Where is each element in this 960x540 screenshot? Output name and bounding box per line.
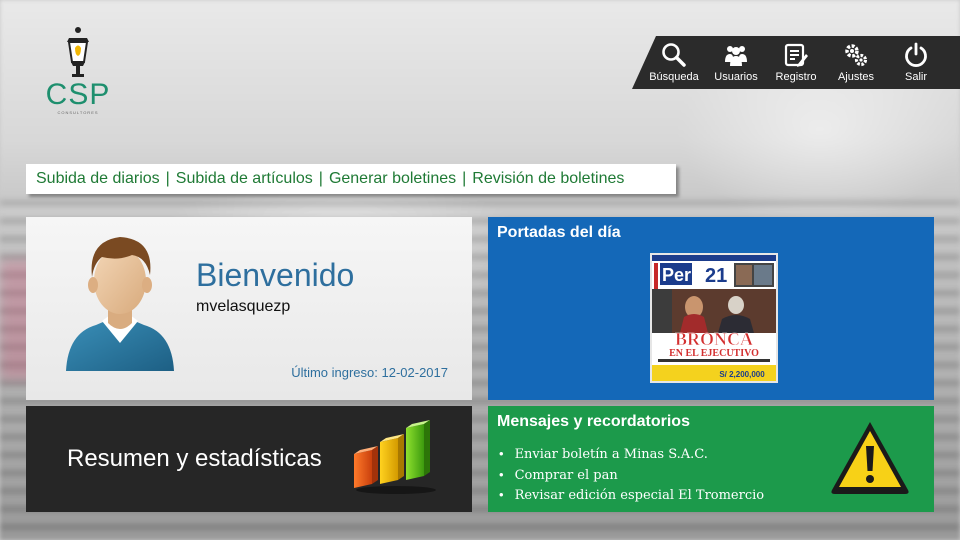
logo-text: CSP xyxy=(45,78,111,111)
gears-icon xyxy=(845,44,868,67)
csp-logo: CSP CONSULTORES xyxy=(38,26,118,122)
covers-panel: Portadas del día Perú 21 BRONCA EN EL EJ… xyxy=(488,217,934,400)
stats-panel[interactable]: Resumen y estadísticas xyxy=(26,406,472,512)
list-item: Revisar edición especial El Tromercio xyxy=(499,485,765,506)
bar-chart-icon xyxy=(354,420,436,494)
nav-generate-bulletins[interactable]: Generar boletines xyxy=(329,170,456,188)
newspaper-headline: BRONCA xyxy=(675,329,753,349)
register-button[interactable]: Registro xyxy=(766,36,826,89)
logout-button[interactable]: Salir xyxy=(886,36,946,89)
search-icon xyxy=(662,43,686,67)
covers-title: Portadas del día xyxy=(497,224,621,241)
power-icon xyxy=(905,42,927,67)
stats-title: Resumen y estadísticas xyxy=(67,445,322,472)
users-label: Usuarios xyxy=(714,71,758,83)
newspaper-cover[interactable]: Perú 21 BRONCA EN EL EJECUTIVO S/ 2,200,… xyxy=(650,253,778,383)
settings-label: Ajustes xyxy=(837,71,875,83)
register-icon xyxy=(784,43,808,67)
username: mvelasquezp xyxy=(196,298,291,315)
nav-upload-newspapers[interactable]: Subida de diarios xyxy=(36,170,160,188)
nav-review-bulletins[interactable]: Revisión de boletines xyxy=(472,170,624,188)
newspaper-name-right: 21 xyxy=(705,265,727,287)
users-icon xyxy=(725,46,747,66)
list-item: Comprar el pan xyxy=(499,465,764,486)
list-item: Enviar boletín a Minas S.A.C. xyxy=(499,444,764,465)
user-avatar-icon xyxy=(66,237,174,371)
nav-upload-articles[interactable]: Subida de artículos xyxy=(176,170,313,188)
nav-separator: | xyxy=(318,170,323,187)
newspaper-price: S/ 2,200,000 xyxy=(719,370,765,379)
search-label: Búsqueda xyxy=(649,71,699,83)
newspaper-name-left: Perú xyxy=(662,265,702,285)
nav-separator: | xyxy=(165,170,170,187)
navigation-bar: Subida de diarios | Subida de artículos … xyxy=(26,164,676,194)
messages-panel: Mensajes y recordatorios Enviar boletín … xyxy=(488,406,934,512)
users-button[interactable]: Usuarios xyxy=(706,36,766,89)
warning-icon xyxy=(831,422,909,494)
settings-button[interactable]: Ajustes xyxy=(826,36,886,89)
messages-list: Enviar boletín a Minas S.A.C. Comprar el… xyxy=(499,444,765,506)
logout-label: Salir xyxy=(904,71,927,83)
welcome-panel: Bienvenido mvelasquezp Último ingreso: 1… xyxy=(26,217,472,400)
messages-title: Mensajes y recordatorios xyxy=(497,413,690,430)
welcome-title: Bienvenido xyxy=(196,257,355,293)
newspaper-subheadline: EN EL EJECUTIVO xyxy=(669,348,759,359)
last-login-text: Último ingreso: 12-02-2017 xyxy=(291,365,448,380)
nav-separator: | xyxy=(462,170,467,187)
street-lamp-icon xyxy=(67,27,89,77)
top-toolbar: Búsqueda Usuarios Registro Ajustes Salir xyxy=(632,36,960,89)
newspaper-cover-image: Perú 21 BRONCA EN EL EJECUTIVO S/ 2,200,… xyxy=(652,255,776,381)
register-label: Registro xyxy=(775,71,817,83)
